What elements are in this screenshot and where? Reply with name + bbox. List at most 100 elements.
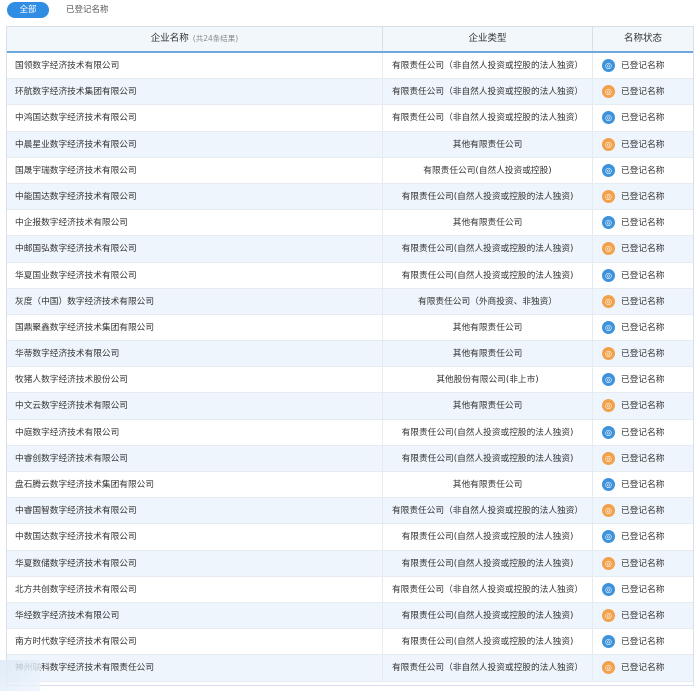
company-type: 有限责任公司(自然人投资或控股的法人独资) [382,419,592,446]
table-row[interactable]: 北方共创数字经济技术有限公司 有限责任公司（非自然人投资或控股的法人独资） ◎ 已登记… [7,576,693,603]
company-type: 有限责任公司（非自然人投资或控股的法人独资） [382,576,592,603]
table-row[interactable]: 中鸿国达数字经济技术有限公司 有限责任公司（非自然人投资或控股的法人独资） ◎ 已登记… [7,105,693,132]
table-row[interactable]: 中庭数字经济技术有限公司 有限责任公司(自然人投资或控股的法人独资) ◎ 已登记名称 [7,419,693,446]
column-header-type: 企业类型 [382,27,592,51]
tab-all[interactable]: 全部 [7,2,49,18]
column-header-name-label: 企业名称 [150,33,189,44]
status-label: 已登记名称 [621,349,665,360]
company-name[interactable]: 中文云数字经济技术有限公司 [15,393,380,419]
column-header-status: 名称状态 [592,27,693,51]
name-status: ◎ 已登记名称 [592,576,693,603]
table-row[interactable]: 中睿国智数字经济技术有限公司 有限责任公司（非自然人投资或控股的法人独资） ◎ 已登记… [7,498,693,525]
registered-seal-icon: ◎ [602,399,615,413]
company-name[interactable]: 神州联科数字经济技术有限责任公司 [15,655,380,681]
company-type: 有限责任公司(自然人投资或控股的法人独资) [382,524,592,551]
status-label: 已登记名称 [621,453,665,464]
company-type: 有限责任公司（非自然人投资或控股的法人独资） [382,105,592,132]
table-row[interactable]: 中睿创数字经济技术有限公司 有限责任公司(自然人投资或控股的法人独资) ◎ 已登记名称 [7,445,693,472]
table-body: 国领数字经济技术有限公司 有限责任公司（非自然人投资或控股的法人独资） ◎ 已登记名称… [7,53,693,682]
company-name[interactable]: 北方共创数字经济技术有限公司 [15,577,380,603]
registered-seal-icon: ◎ [602,425,615,439]
table-row[interactable]: 中企报数字经济技术有限公司 其他有限责任公司 ◎ 已登记名称 [7,210,693,237]
table-row[interactable]: 环航数字经济技术集团有限公司 有限责任公司（非自然人投资或控股的法人独资） ◎ 已登记… [7,79,693,106]
company-name[interactable]: 中鸿国达数字经济技术有限公司 [15,105,380,131]
company-name[interactable]: 华夏数储数字经济技术有限公司 [15,551,380,577]
table-row[interactable]: 国晟宇瑞数字经济技术有限公司 有限责任公司(自然人投资或控股) ◎ 已登记名称 [7,157,693,184]
table-row[interactable]: 中数国达数字经济技术有限公司 有限责任公司(自然人投资或控股的法人独资) ◎ 已登记名… [7,524,693,551]
table-row[interactable]: 盘石腾云数字经济技术集团有限公司 其他有限责任公司 ◎ 已登记名称 [7,472,693,499]
company-name[interactable]: 环航数字经济技术集团有限公司 [15,79,380,105]
company-name[interactable]: 中睿国智数字经济技术有限公司 [15,498,380,524]
status-label: 已登记名称 [621,480,665,490]
company-type: 有限责任公司(自然人投资或控股的法人独资) [382,629,592,656]
company-name[interactable]: 灰度（中国）数字经济技术有限公司 [15,289,380,315]
name-status: ◎ 已登记名称 [592,445,693,472]
name-status: ◎ 已登记名称 [592,236,693,263]
company-name[interactable]: 国鼎聚鑫数字经济技术集团有限公司 [15,315,380,341]
table-row[interactable]: 中晨星业数字经济技术有限公司 其他有限责任公司 ◎ 已登记名称 [7,131,693,158]
company-type: 有限责任公司(自然人投资或控股的法人独资) [382,550,592,577]
company-name[interactable]: 华夏国业数字经济技术有限公司 [15,263,380,289]
name-status: ◎ 已登记名称 [592,157,693,184]
tab-registered-names[interactable]: 已登记名称 [66,3,109,17]
filter-bar: 全部 已登记名称 [0,0,700,22]
company-type: 有限责任公司（非自然人投资或控股的法人独资） [382,79,592,106]
registered-seal-icon: ◎ [602,268,615,282]
company-name[interactable]: 国晟宇瑞数字经济技术有限公司 [15,158,380,184]
table-row[interactable]: 中能国达数字经济技术有限公司 有限责任公司(自然人投资或控股的法人独资) ◎ 已登记名… [7,183,693,211]
table-row[interactable]: 中邮国弘数字经济技术有限公司 有限责任公司(自然人投资或控股的法人独资) ◎ 已登记名… [7,236,693,263]
status-label: 已登记名称 [621,584,665,595]
company-type: 有限责任公司(自然人投资或控股的法人独资) [382,445,592,472]
company-name[interactable]: 盘石腾云数字经济技术集团有限公司 [15,472,380,498]
company-name[interactable]: 中睿创数字经济技术有限公司 [15,446,380,472]
company-name[interactable]: 中能国达数字经济技术有限公司 [15,184,380,210]
table-row[interactable]: 华蒂数字经济技术有限公司 其他有限责任公司 ◎ 已登记名称 [7,341,693,368]
table-row[interactable]: 牧猪人数字经济技术股份公司 其他股份有限公司(非上市) ◎ 已登记名称 [7,367,693,394]
name-status: ◎ 已登记名称 [592,524,693,551]
table-row[interactable]: 华经数字经济技术有限公司 有限责任公司(自然人投资或控股的法人独资) ◎ 已登记名称 [7,602,693,630]
registered-seal-icon: ◎ [602,59,615,72]
table-row[interactable]: 南方时代数字经济技术有限公司 有限责任公司(自然人投资或控股的法人独资) ◎ 已登记名… [7,629,693,656]
table-row[interactable]: 华夏数储数字经济技术有限公司 有限责任公司(自然人投资或控股的法人独资) ◎ 已登记名… [7,550,693,577]
table-row[interactable]: 神州联科数字经济技术有限责任公司 有限责任公司（非自然人投资或控股的法人独资） ◎ 已… [7,655,693,682]
company-name[interactable]: 中企报数字经济技术有限公司 [15,210,380,236]
company-name[interactable]: 牧猪人数字经济技术股份公司 [15,367,380,393]
company-type: 其他有限责任公司 [382,131,592,158]
name-status: ◎ 已登记名称 [592,105,693,132]
company-name[interactable]: 南方时代数字经济技术有限公司 [15,629,380,655]
company-type: 有限责任公司(自然人投资或控股) [382,157,592,184]
registered-seal-icon: ◎ [602,242,615,256]
registered-seal-icon: ◎ [602,556,615,570]
company-type: 有限责任公司(自然人投资或控股的法人独资) [382,602,592,629]
status-label: 已登记名称 [621,610,665,621]
company-type: 有限责任公司（外商投资、非独资） [382,288,592,315]
company-type: 有限责任公司（非自然人投资或控股的法人独资） [382,498,592,525]
table-row[interactable]: 灰度（中国）数字经济技术有限公司 有限责任公司（外商投资、非独资） ◎ 已登记名称 [7,288,693,315]
company-name[interactable]: 中庭数字经济技术有限公司 [15,420,380,446]
company-name[interactable]: 中数国达数字经济技术有限公司 [15,524,380,550]
status-label: 已登记名称 [621,637,665,648]
status-label: 已登记名称 [621,270,665,281]
company-name[interactable]: 中邮国弘数字经济技术有限公司 [15,236,380,262]
company-type: 其他有限责任公司 [382,472,592,498]
table-header: 企业名称 (共24条结果) 企业类型 名称状态 [7,27,693,53]
company-name[interactable]: 华经数字经济技术有限公司 [15,603,380,629]
table-row[interactable]: 华夏国业数字经济技术有限公司 有限责任公司(自然人投资或控股的法人独资) ◎ 已登记名… [7,262,693,289]
status-label: 已登记名称 [621,218,665,229]
status-label: 已登记名称 [621,113,665,124]
table-row[interactable]: 国领数字经济技术有限公司 有限责任公司（非自然人投资或控股的法人独资） ◎ 已登记名称 [7,53,693,80]
name-status: ◎ 已登记名称 [592,314,693,341]
name-status: ◎ 已登记名称 [592,498,693,525]
company-type: 有限责任公司(自然人投资或控股的法人独资) [382,183,592,210]
status-label: 已登记名称 [621,191,665,202]
registered-seal-icon: ◎ [602,85,615,99]
name-status: ◎ 已登记名称 [592,262,693,289]
table-row[interactable]: 国鼎聚鑫数字经济技术集团有限公司 其他有限责任公司 ◎ 已登记名称 [7,314,693,342]
company-name[interactable]: 华蒂数字经济技术有限公司 [15,341,380,367]
status-label: 已登记名称 [621,558,665,569]
company-name[interactable]: 国领数字经济技术有限公司 [15,53,380,79]
name-status: ◎ 已登记名称 [592,419,693,446]
status-label: 已登记名称 [621,532,665,543]
company-name[interactable]: 中晨星业数字经济技术有限公司 [15,132,380,158]
table-row[interactable]: 中文云数字经济技术有限公司 其他有限责任公司 ◎ 已登记名称 [7,393,693,420]
